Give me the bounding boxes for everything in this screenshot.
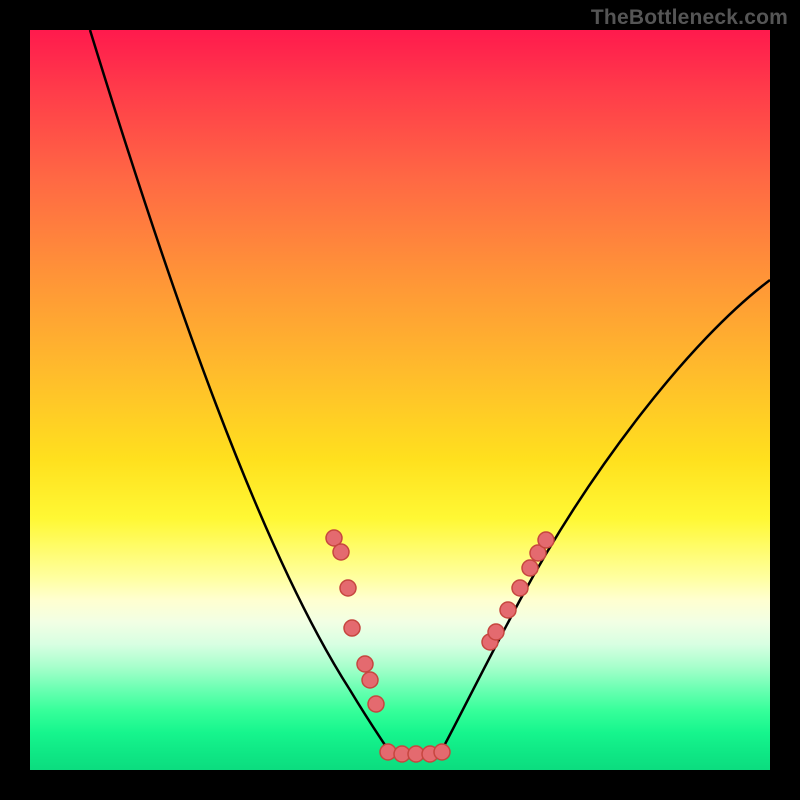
- data-point: [368, 696, 384, 712]
- data-point: [538, 532, 554, 548]
- data-point: [333, 544, 349, 560]
- data-point: [434, 744, 450, 760]
- data-point: [500, 602, 516, 618]
- curve-svg: [30, 30, 770, 770]
- data-point: [488, 624, 504, 640]
- data-point: [512, 580, 528, 596]
- data-point: [362, 672, 378, 688]
- plot-area: [30, 30, 770, 770]
- data-point: [522, 560, 538, 576]
- curve-dots-group: [326, 530, 554, 762]
- watermark-text: TheBottleneck.com: [591, 6, 788, 30]
- data-point: [340, 580, 356, 596]
- bottleneck-curve: [90, 30, 770, 754]
- chart-container: TheBottleneck.com: [0, 0, 800, 800]
- data-point: [344, 620, 360, 636]
- data-point: [357, 656, 373, 672]
